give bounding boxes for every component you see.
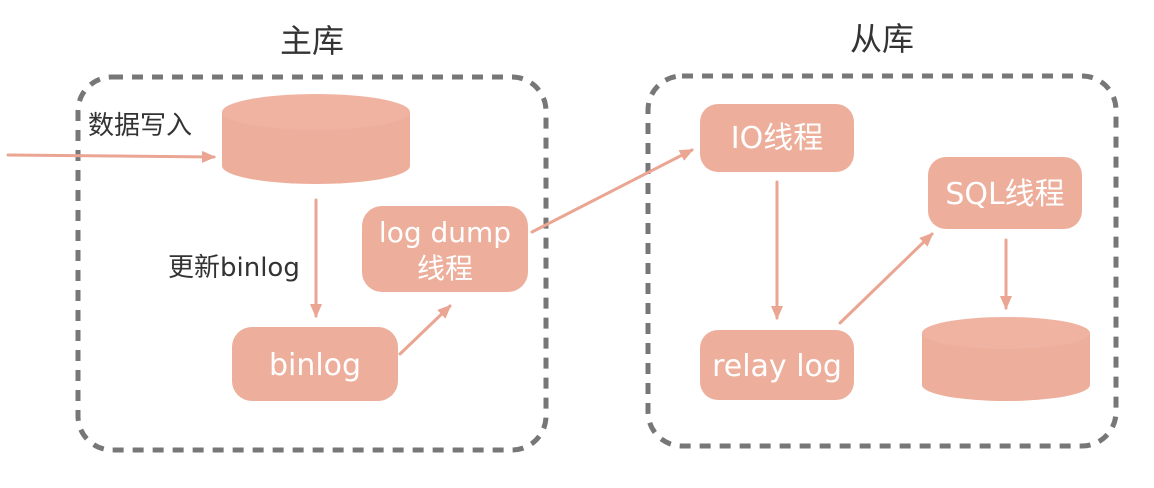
update-binlog-label: 更新binlog [168,253,300,283]
slave-title: 从库 [850,20,914,58]
log-dump-label-line1: log dump [379,216,511,249]
log-dump-label-line2: 线程 [417,252,473,285]
binlog-label: binlog [269,348,361,383]
slave-database-icon [922,317,1090,401]
relay-log-node: relay log [700,330,854,400]
data-write-label: 数据写入 [88,111,192,141]
sql-thread-label: SQL线程 [945,177,1064,212]
binlog-node: binlog [232,327,398,401]
arrow-binlog-to-log-dump [398,304,452,356]
relay-log-label: relay log [712,349,842,384]
master-database-icon [222,94,410,184]
io-thread-node: IO线程 [700,104,854,172]
sql-thread-node: SQL线程 [928,157,1082,229]
arrow-relay-log-to-sql-thread [838,232,934,325]
replication-diagram: 主库 从库 数据写入 更新binlog binlog log dump 线程 I… [6,20,1119,453]
arrow-write-to-master-db [6,150,216,163]
log-dump-thread-node: log dump 线程 [362,206,528,292]
master-title: 主库 [280,22,344,60]
io-thread-label: IO线程 [731,121,823,156]
arrow-log-dump-to-io-thread [530,148,694,234]
